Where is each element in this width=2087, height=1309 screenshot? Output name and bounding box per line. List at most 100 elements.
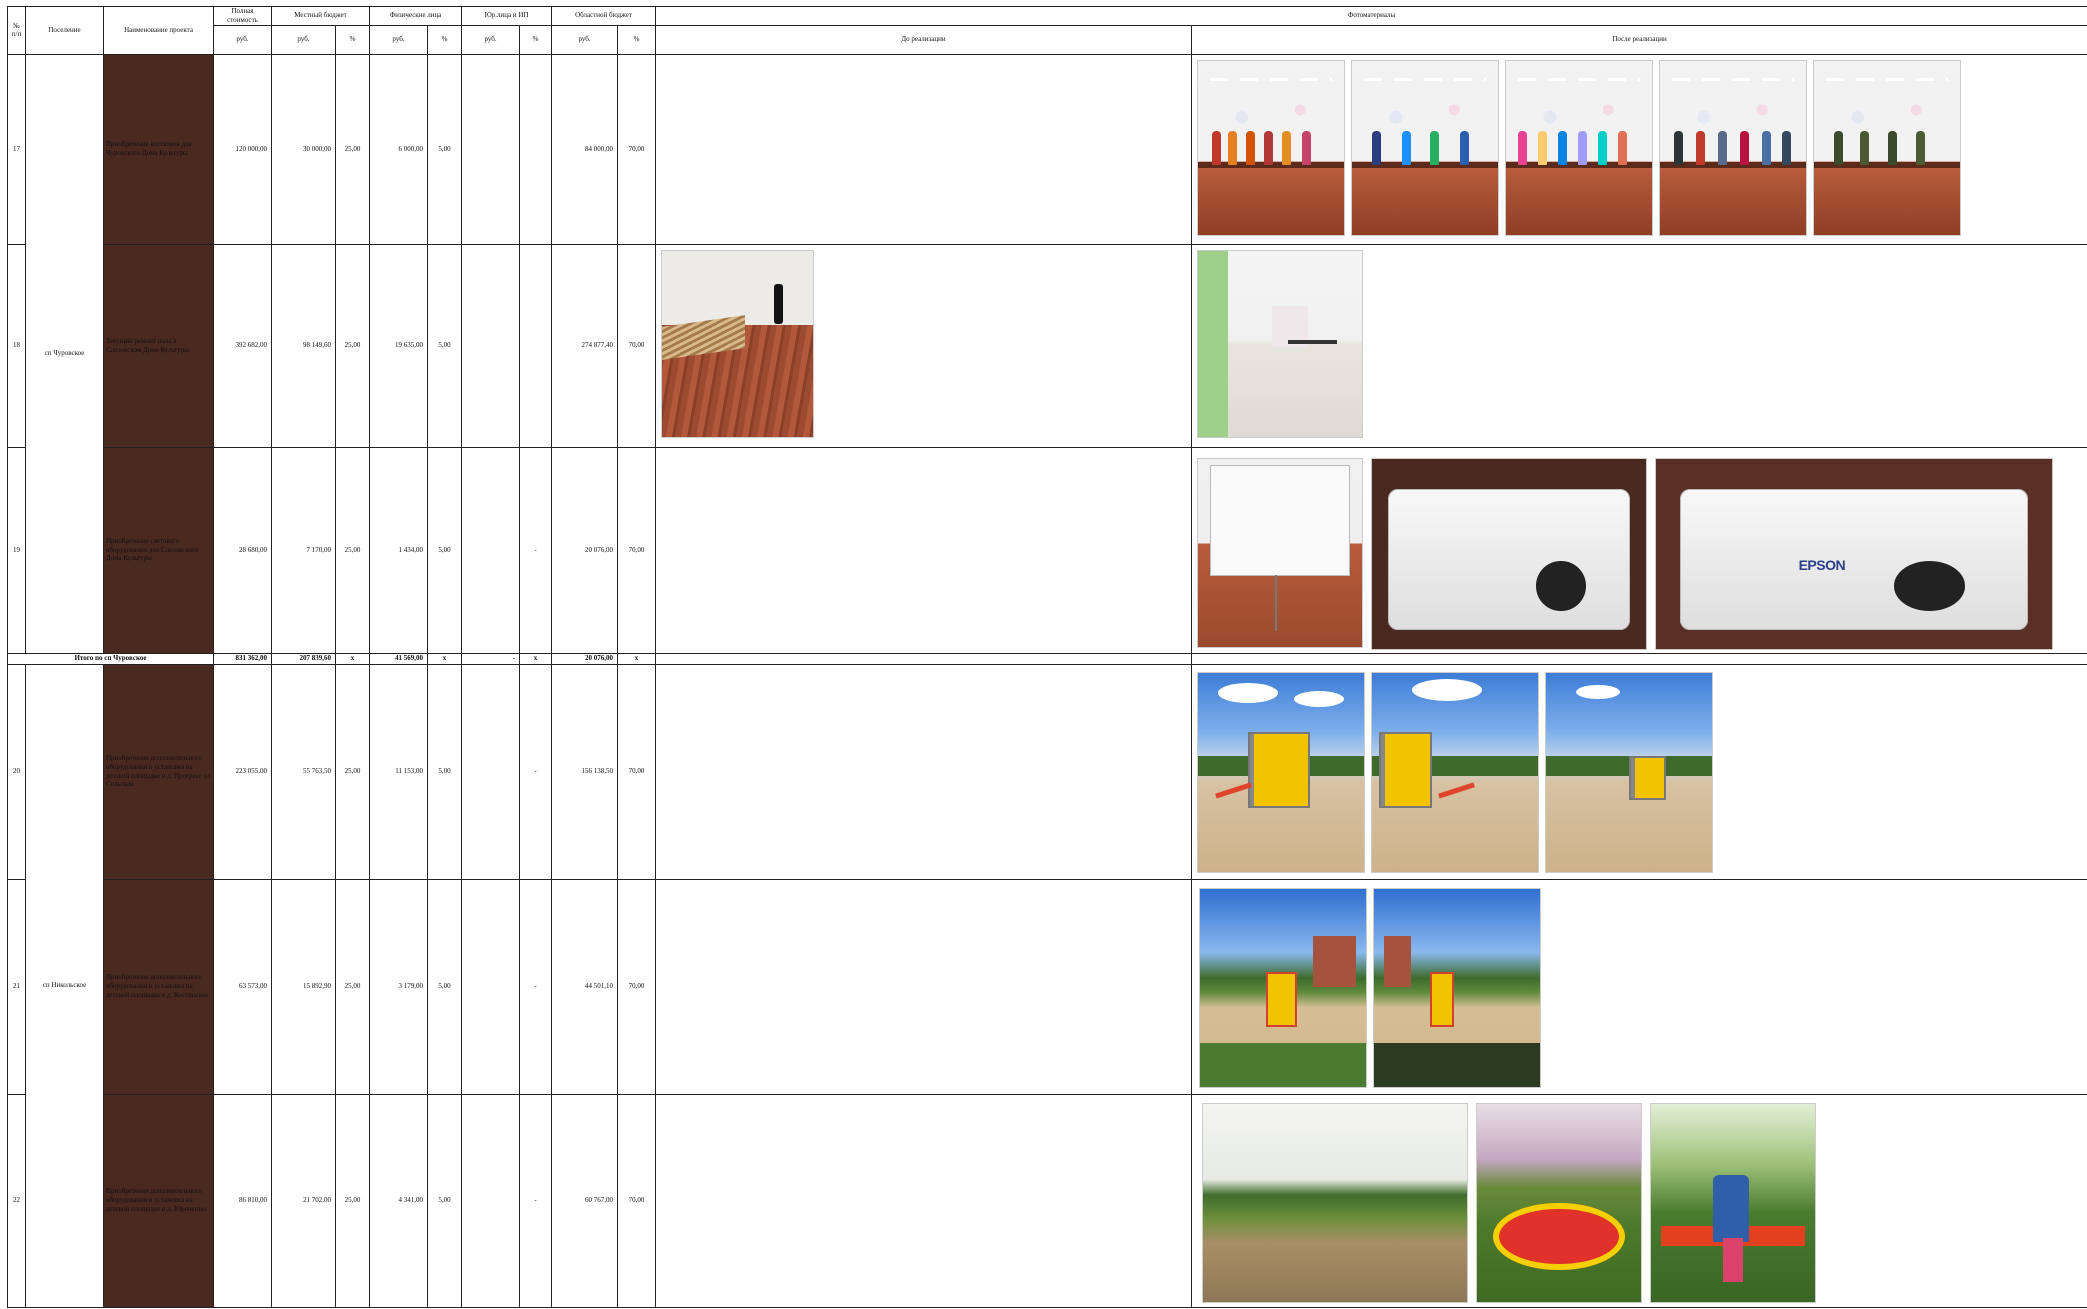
bench-photo[interactable]: [1651, 1103, 1816, 1302]
local-pct: 25,00: [335, 878, 370, 1095]
stage-photo[interactable]: [1660, 60, 1807, 235]
local-budget: 15 892,90: [271, 878, 336, 1095]
photos-after: [1191, 243, 2087, 448]
legal: [461, 53, 521, 245]
row-number: 21: [7, 878, 26, 1095]
photos-after: [1191, 663, 2087, 880]
playground-photo[interactable]: [1374, 888, 1541, 1087]
legal-pct: [519, 243, 553, 448]
header-settlement: Поселение: [25, 6, 104, 55]
table-row: 19 Приобретение светового оборудования д…: [7, 446, 2087, 654]
photos-before: [655, 1093, 1193, 1308]
stage-photo[interactable]: [1506, 60, 1653, 235]
individuals-pct: 5,00: [426, 878, 463, 1095]
local-pct: 25,00: [335, 243, 370, 448]
total-regional: 20 076,00: [551, 652, 619, 665]
table-row: 21 Приобретение дополнительного оборудов…: [7, 878, 2087, 1095]
legal-pct: -: [519, 1093, 553, 1308]
stage-photo[interactable]: [1814, 60, 1961, 235]
header-regional: Областной бюджет: [551, 6, 657, 26]
photos-before: [655, 53, 1193, 245]
unit-rub: руб.: [271, 24, 336, 55]
table-row: 22 Приобретение дополнительного оборудов…: [7, 1093, 2087, 1308]
local-budget: 7 170,00: [271, 446, 336, 654]
individuals: 6 000,00: [369, 53, 428, 245]
total-local-pct: x: [335, 652, 370, 665]
table-row: 20 сп Никольское Приобретение дополнител…: [7, 663, 2087, 1308]
project-name: Текущий ремонт пола в Слизовском Доме Ку…: [103, 243, 214, 448]
unit-pct: %: [519, 24, 553, 55]
regional-pct: 70,00: [617, 663, 657, 880]
header-row-2: руб. руб. % руб. % руб. % руб. % До реал…: [8, 24, 2087, 55]
unit-pct: %: [426, 24, 463, 55]
individuals-pct: 5,00: [426, 1093, 463, 1308]
regional: 84 000,00: [551, 53, 619, 245]
stage-photo[interactable]: [1352, 60, 1499, 235]
carousel-photo[interactable]: [1477, 1103, 1642, 1302]
playground-photo[interactable]: [1546, 672, 1713, 872]
photos-before: [655, 663, 1193, 880]
individuals-pct: 5,00: [426, 446, 463, 654]
photos-after: [1191, 1093, 2087, 1308]
row-number: 20: [7, 663, 26, 880]
regional: 156 138,50: [551, 663, 619, 880]
legal: [461, 243, 521, 448]
regional: 60 767,00: [551, 1093, 619, 1308]
local-pct: 25,00: [335, 446, 370, 654]
regional-pct: 70,00: [617, 243, 657, 448]
header-row-1: № п/п Поселение Наименование проекта Пол…: [7, 6, 2087, 55]
total-legal: -: [461, 652, 521, 665]
floor-before-photo[interactable]: [662, 250, 814, 437]
stage-photo[interactable]: [1198, 60, 1345, 235]
projector-photo[interactable]: EPSON: [1656, 458, 2053, 649]
full-cost: 86 810,00: [213, 1093, 272, 1308]
total-individuals-pct: x: [426, 652, 463, 665]
unit-pct: %: [335, 24, 370, 55]
individuals: 19 635,00: [369, 243, 428, 448]
individuals-pct: 5,00: [426, 53, 463, 245]
settlement-cell: сп Никольское: [25, 663, 104, 1308]
individuals: 3 179,00: [369, 878, 428, 1095]
local-budget: 30 000,00: [271, 53, 336, 245]
individuals-pct: 5,00: [426, 243, 463, 448]
projector-photo[interactable]: [1372, 458, 1647, 649]
legal-pct: -: [519, 446, 553, 654]
full-cost: 63 573,00: [213, 878, 272, 1095]
individuals: 1 434,00: [369, 446, 428, 654]
regional: 44 501,10: [551, 878, 619, 1095]
total-regional-pct: x: [617, 652, 657, 665]
header-after: После реализации: [1191, 24, 2087, 55]
floor-after-photo[interactable]: [1198, 250, 1363, 437]
unit-rub: руб.: [369, 24, 428, 55]
header-legal: Юр.лица и ИП: [461, 6, 553, 26]
brand-logo: EPSON: [1798, 557, 1846, 574]
unit-pct: %: [617, 24, 657, 55]
photos-after: EPSON: [1191, 446, 2087, 654]
total-legal-pct: x: [519, 652, 553, 665]
row-number: 18: [7, 243, 26, 448]
local-pct: 25,00: [335, 53, 370, 245]
project-name: Приобретение костюмов для Чуровского Дом…: [103, 53, 214, 245]
legal-pct: [519, 53, 553, 245]
regional: 274 877,40: [551, 243, 619, 448]
playground-photo[interactable]: [1200, 888, 1367, 1087]
regional-pct: 70,00: [617, 53, 657, 245]
legal-pct: -: [519, 878, 553, 1095]
photos-before: [655, 878, 1193, 1095]
header-full-cost: Полная стоимость: [213, 6, 272, 26]
full-cost: 28 680,00: [213, 446, 272, 654]
photos-after: [1191, 53, 2087, 245]
header-project: Наименование проекта: [103, 6, 214, 55]
legal: [461, 878, 521, 1095]
playground-photo[interactable]: [1372, 672, 1539, 872]
legal: [461, 446, 521, 654]
header-before: До реализации: [655, 24, 1193, 55]
regional-pct: 70,00: [617, 1093, 657, 1308]
projection-screen-photo[interactable]: [1198, 458, 1363, 647]
playground-photo[interactable]: [1198, 672, 1365, 872]
total-individuals: 41 569,00: [369, 652, 428, 665]
table-row: 17 сп Чуровское Приобретение костюмов дл…: [7, 53, 2087, 654]
meadow-playground-photo[interactable]: [1203, 1103, 1468, 1302]
individuals: 11 153,00: [369, 663, 428, 880]
total-full: 831 362,00: [213, 652, 272, 665]
